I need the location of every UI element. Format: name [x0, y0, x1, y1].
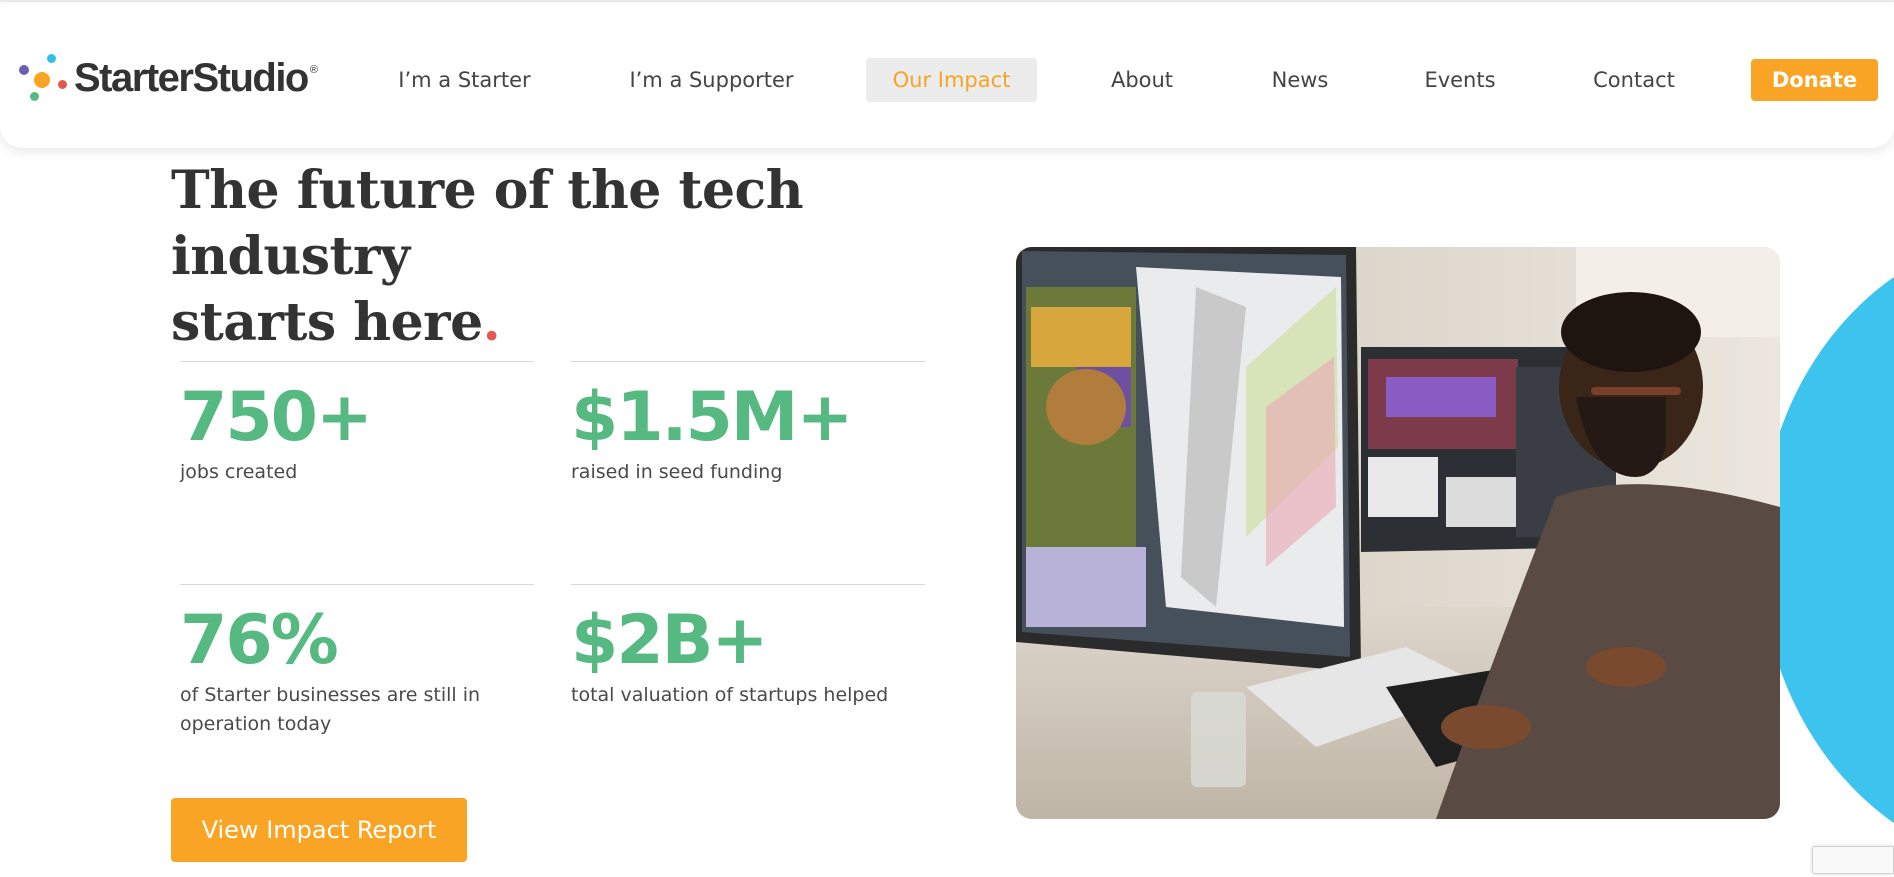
stat-label: of Starter businesses are still in opera… [180, 684, 481, 735]
nav-news[interactable]: News [1260, 58, 1340, 102]
page: StarterStudio ® I’m a Starter I’m a Suppo… [0, 0, 1894, 877]
headline-line-2: starts here [171, 292, 483, 353]
stat-value: $1.5M+ [571, 378, 853, 457]
stat-seed-funding: $1.5M+ raised in seed funding [571, 361, 925, 487]
nav-about[interactable]: About [1097, 58, 1187, 102]
site-header: StarterStudio ® I’m a Starter I’m a Suppo… [0, 4, 1894, 148]
nav-events[interactable]: Events [1416, 58, 1504, 102]
stat-label: raised in seed funding [571, 461, 783, 483]
nav-im-a-supporter[interactable]: I’m a Supporter [620, 58, 803, 102]
stat-total-valuation: $2B+ total valuation of startups helped [571, 584, 925, 710]
site-logo[interactable]: StarterStudio ® [18, 50, 338, 106]
stat-value: $2B+ [571, 601, 768, 680]
headline-accent-dot: . [482, 292, 501, 353]
hero-photo-developer-at-monitors [1016, 247, 1780, 819]
stat-jobs-created: 750+ jobs created [180, 361, 534, 487]
nav-im-a-starter[interactable]: I’m a Starter [392, 58, 537, 102]
hero-headline: The future of the tech industry starts h… [171, 158, 951, 356]
donate-button[interactable]: Donate [1751, 59, 1878, 101]
logo-wordmark: StarterStudio ® [74, 55, 318, 100]
nav-our-impact[interactable]: Our Impact [866, 58, 1037, 102]
stat-value: 750+ [180, 378, 373, 457]
recaptcha-badge-icon[interactable] [1812, 846, 1894, 874]
nav-contact[interactable]: Contact [1584, 58, 1684, 102]
stat-label: total valuation of startups helped [571, 684, 889, 706]
decorative-blue-shape [1760, 230, 1894, 870]
stat-value: 76% [180, 601, 339, 680]
starterstudio-dots-logo-icon [18, 50, 74, 106]
stat-label: jobs created [180, 461, 298, 483]
view-impact-report-button[interactable]: View Impact Report [171, 798, 467, 862]
headline-line-1: The future of the tech industry [171, 160, 804, 287]
stat-businesses-operating: 76% of Starter businesses are still in o… [180, 584, 534, 739]
